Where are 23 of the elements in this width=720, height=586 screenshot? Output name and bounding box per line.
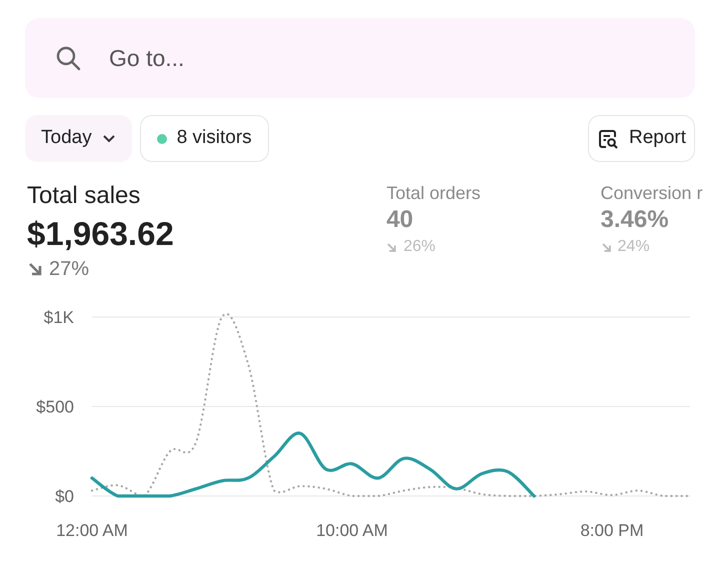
change-percent: 26% bbox=[403, 237, 436, 257]
y-axis-label: $1K bbox=[44, 308, 74, 327]
date-dropdown[interactable]: Today bbox=[25, 115, 132, 162]
report-button[interactable]: Report bbox=[588, 115, 695, 162]
search-icon bbox=[55, 45, 81, 71]
metric-label: Total sales bbox=[27, 181, 140, 211]
x-axis-label: 10:00 AM bbox=[316, 521, 388, 540]
change-percent: 27% bbox=[49, 256, 90, 282]
metric-value: $1,963.62 bbox=[27, 214, 174, 254]
visitors-button[interactable]: 8 visitors bbox=[140, 115, 269, 162]
x-axis-label: 8:00 PM bbox=[580, 521, 644, 540]
y-axis-label: $500 bbox=[36, 398, 74, 416]
x-axis-label: 12:00 AM bbox=[56, 521, 128, 540]
report-icon bbox=[596, 128, 619, 150]
search-field[interactable]: Go to... bbox=[25, 18, 695, 98]
live-dot-icon bbox=[156, 134, 167, 144]
change-percent: 24% bbox=[618, 237, 650, 257]
y-axis-label: $0 bbox=[55, 487, 74, 506]
chevron-down-icon bbox=[102, 134, 116, 144]
metric-value: 40 bbox=[386, 207, 414, 234]
metric-label: Conversion r bbox=[600, 182, 703, 205]
metric-value: 3.46% bbox=[600, 207, 669, 234]
metric-label: Total orders bbox=[386, 182, 480, 205]
